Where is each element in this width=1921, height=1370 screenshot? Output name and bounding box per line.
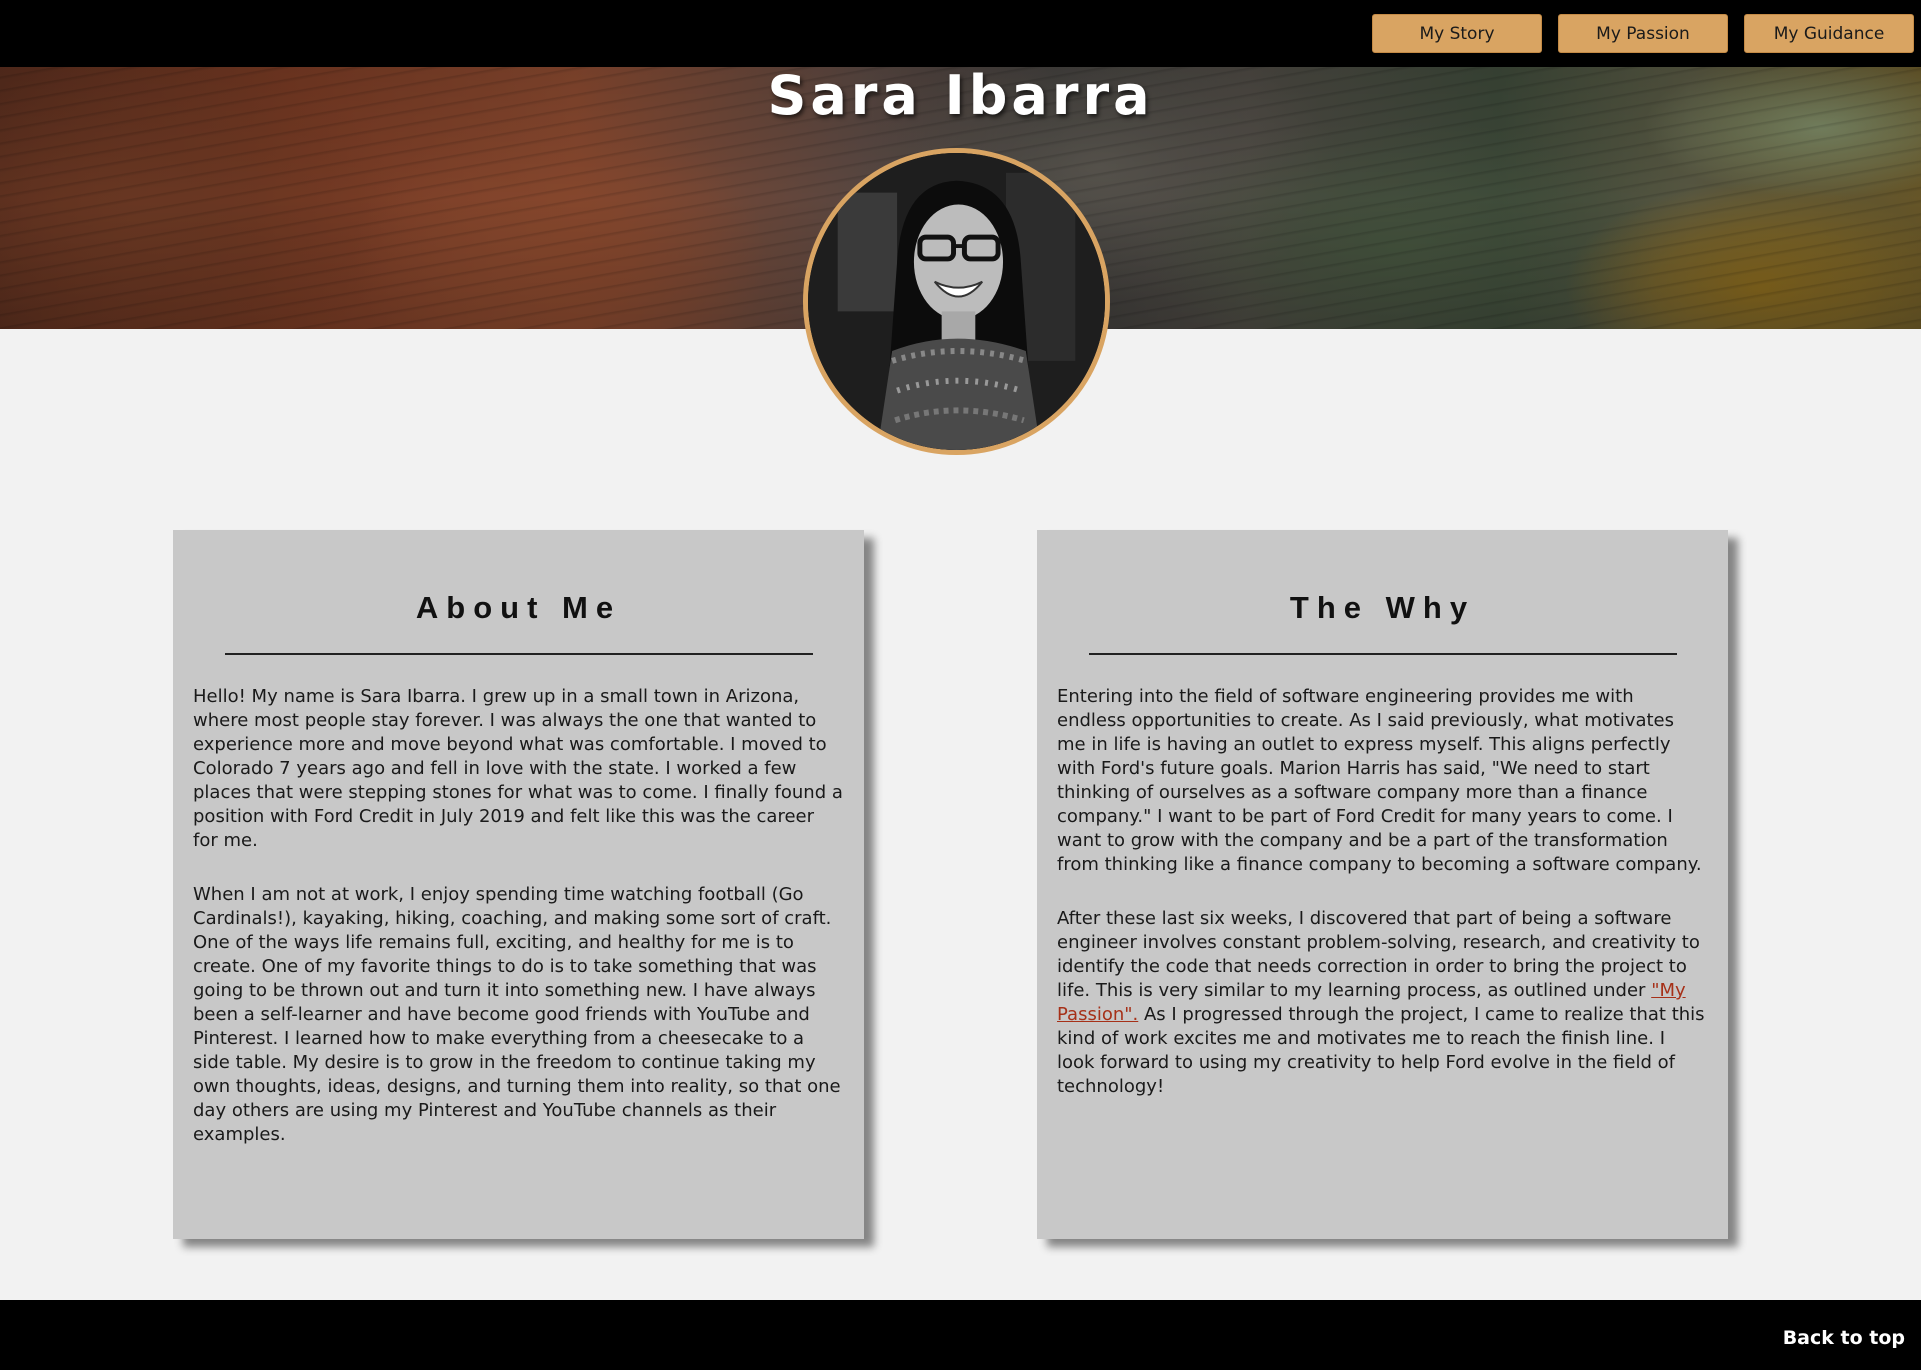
- why-paragraph-1: Entering into the field of software engi…: [1057, 686, 1702, 875]
- nav-my-story-button[interactable]: My Story: [1372, 14, 1542, 53]
- profile-avatar: [803, 148, 1110, 455]
- profile-photo: [808, 153, 1105, 450]
- nav-my-guidance-button[interactable]: My Guidance: [1744, 14, 1914, 53]
- top-nav-bar: My Story My Passion My Guidance: [0, 0, 1921, 67]
- why-paragraph-2-end: As I progressed through the project, I c…: [1057, 1004, 1705, 1097]
- about-paragraph-1: Hello! My name is Sara Ibarra. I grew up…: [193, 686, 843, 851]
- about-me-text: Hello! My name is Sara Ibarra. I grew up…: [193, 685, 844, 1147]
- about-me-divider: [224, 653, 813, 655]
- back-to-top-link[interactable]: Back to top: [1783, 1327, 1905, 1349]
- about-paragraph-2: When I am not at work, I enjoy spending …: [193, 884, 841, 1145]
- about-me-card: About Me Hello! My name is Sara Ibarra. …: [173, 530, 864, 1239]
- the-why-card: The Why Entering into the field of softw…: [1037, 530, 1728, 1239]
- the-why-divider: [1088, 653, 1677, 655]
- page-title: Sara Ibarra: [767, 64, 1154, 127]
- the-why-heading: The Why: [1289, 590, 1476, 625]
- nav-my-passion-button[interactable]: My Passion: [1558, 14, 1728, 53]
- the-why-text: Entering into the field of software engi…: [1057, 685, 1708, 1099]
- about-me-heading: About Me: [415, 590, 622, 625]
- why-paragraph-2-start: After these last six weeks, I discovered…: [1057, 908, 1700, 1001]
- why-paragraph-2: After these last six weeks, I discovered…: [1057, 907, 1708, 1099]
- footer-bar: Back to top: [0, 1300, 1921, 1370]
